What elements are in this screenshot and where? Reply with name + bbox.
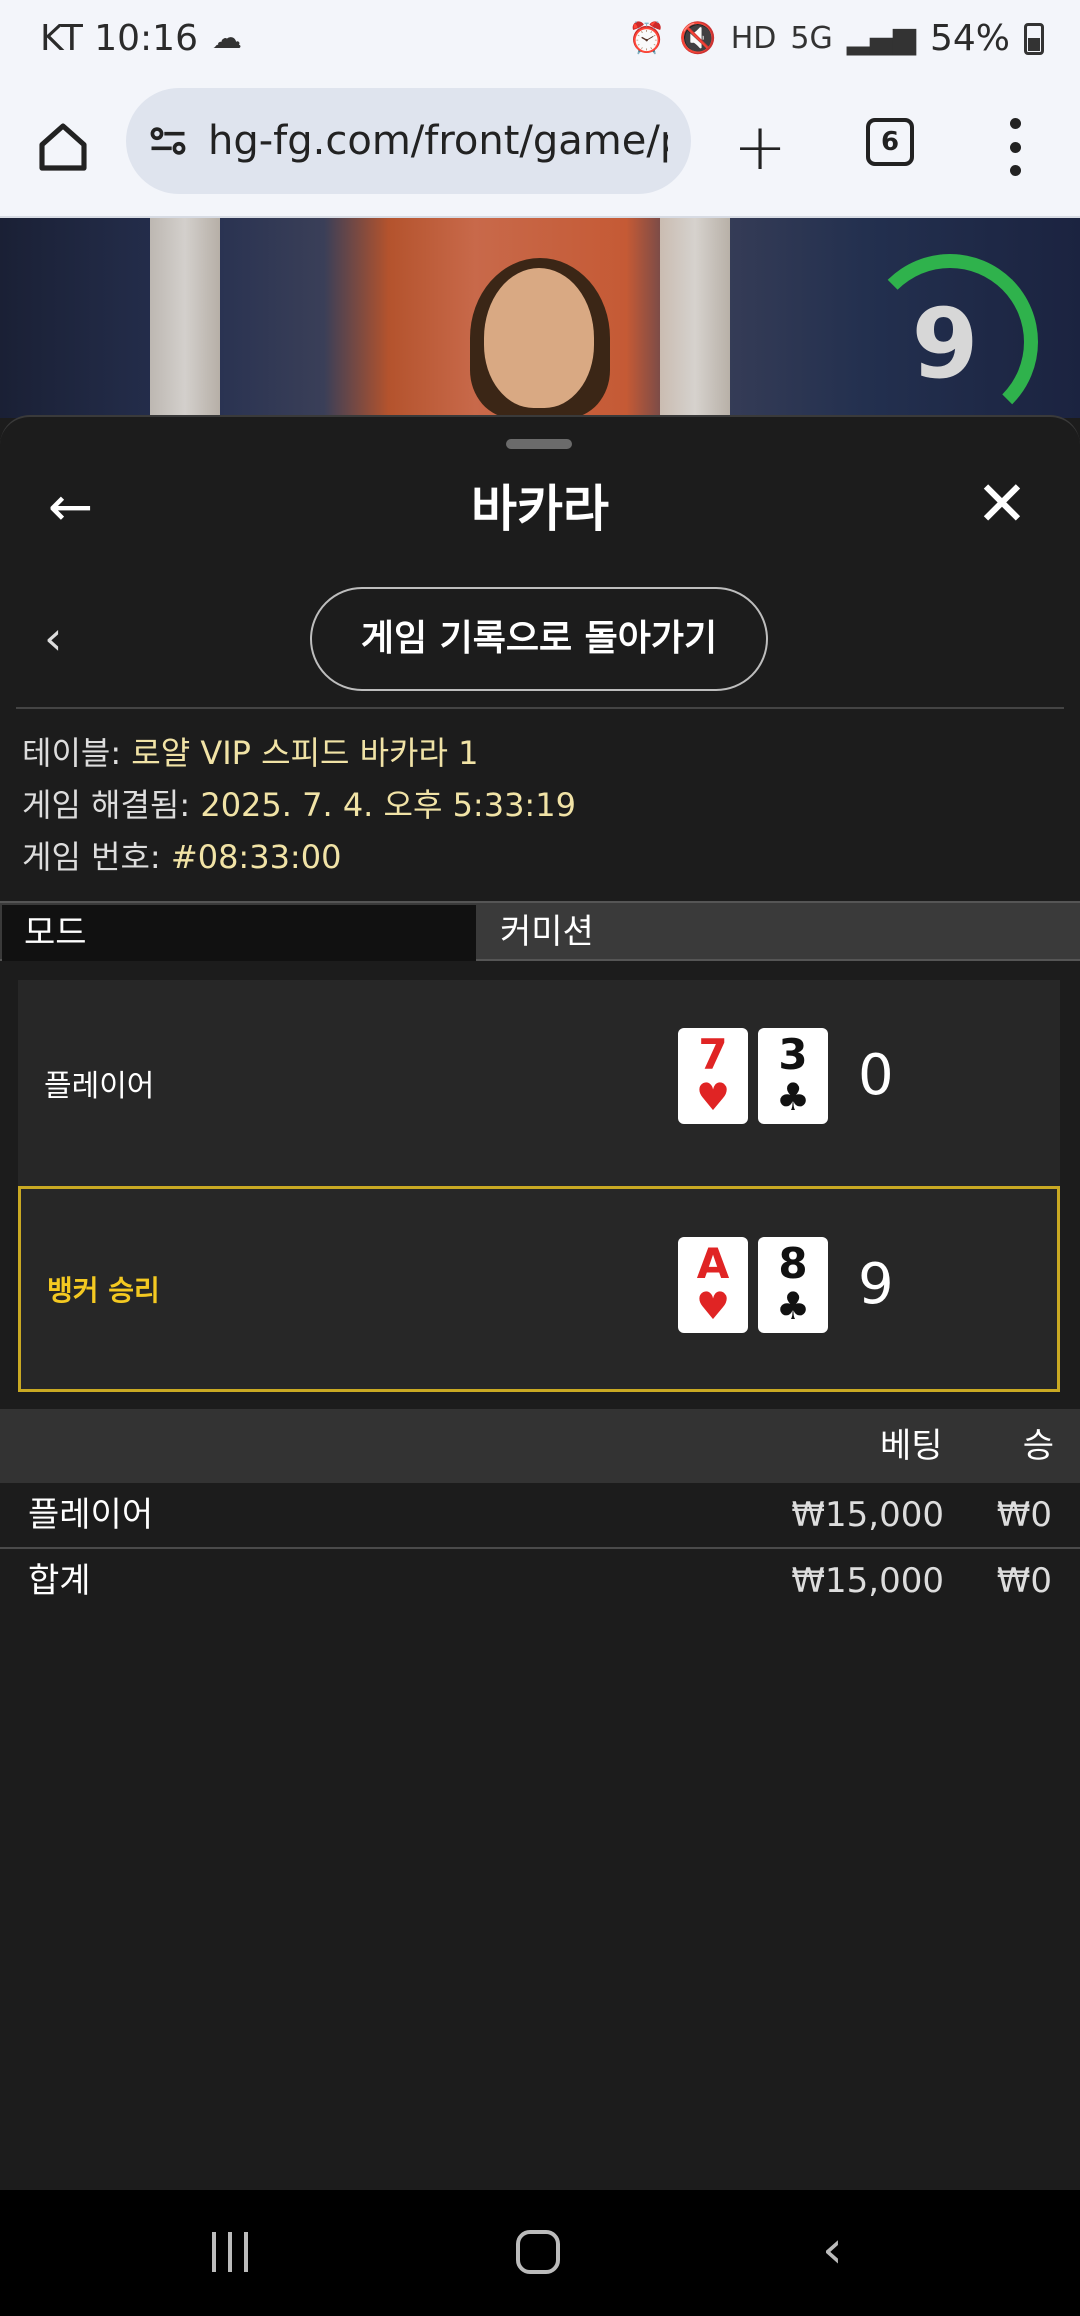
tab-switcher-button[interactable]: 6 bbox=[866, 118, 914, 166]
site-settings-icon[interactable] bbox=[146, 119, 190, 163]
bet-name: 플레이어 bbox=[28, 1495, 154, 1535]
bet-amount: ₩15,000 bbox=[791, 1495, 944, 1535]
playing-card: 3 ♣ bbox=[758, 1028, 828, 1124]
hand-score: 9 bbox=[858, 1252, 894, 1317]
chevron-left-icon[interactable]: ‹ bbox=[44, 611, 62, 665]
home-nav-button[interactable] bbox=[516, 2230, 560, 2274]
total-amount: ₩15,000 bbox=[791, 1561, 944, 1601]
hand-label: 뱅커 승리 bbox=[47, 1274, 160, 1307]
hand-score: 0 bbox=[858, 1043, 894, 1108]
dealer-face bbox=[484, 268, 594, 408]
mode-value: 커미션 bbox=[500, 912, 594, 952]
decor-pillar bbox=[150, 218, 220, 418]
battery-percent: 54% bbox=[929, 18, 1010, 59]
decor-pillar bbox=[660, 218, 730, 418]
countdown-number: 9 bbox=[911, 288, 979, 400]
card-rank: A bbox=[696, 1239, 730, 1288]
column-header-bet: 베팅 bbox=[880, 1426, 943, 1466]
card-rank: 7 bbox=[698, 1030, 728, 1079]
cloud-icon: ☁ bbox=[212, 21, 242, 56]
hand-label: 플레이어 bbox=[44, 1069, 155, 1104]
club-icon: ♣ bbox=[775, 1284, 811, 1328]
club-icon: ♣ bbox=[775, 1075, 811, 1119]
playing-card: A ♥ bbox=[678, 1237, 748, 1333]
divider bbox=[16, 707, 1064, 709]
bet-win: ₩0 bbox=[996, 1495, 1052, 1535]
bet-row: 플레이어 ₩15,000 ₩0 bbox=[0, 1483, 1080, 1547]
total-row: 합계 ₩15,000 ₩0 bbox=[0, 1549, 1080, 1613]
table-label: 테이블: bbox=[22, 734, 132, 772]
heart-icon: ♥ bbox=[695, 1075, 731, 1119]
game-info: 테이블: 로얄 VIP 스피드 바카라 1 게임 해결됨: 2025. 7. 4… bbox=[22, 727, 576, 883]
resolved-info: 게임 해결됨: 2025. 7. 4. 오후 5:33:19 bbox=[22, 779, 576, 831]
resolved-value: 2025. 7. 4. 오후 5:33:19 bbox=[200, 786, 576, 824]
hd-icon: HD bbox=[730, 21, 777, 56]
playing-card: 8 ♣ bbox=[758, 1237, 828, 1333]
carrier-time: KT 10:16 bbox=[40, 18, 198, 59]
table-value: 로얄 VIP 스피드 바카라 1 bbox=[131, 734, 479, 772]
resolved-label: 게임 해결됨: bbox=[22, 786, 201, 824]
mode-label: 모드 bbox=[2, 905, 476, 961]
close-icon[interactable]: ✕ bbox=[972, 469, 1032, 539]
table-info: 테이블: 로얄 VIP 스피드 바카라 1 bbox=[22, 727, 576, 779]
browser-toolbar: hg-fg.com/front/game/p + 6 bbox=[0, 82, 1080, 218]
total-label: 합계 bbox=[28, 1561, 91, 1601]
url-text[interactable]: hg-fg.com/front/game/p bbox=[208, 118, 668, 164]
live-stream: 9 bbox=[0, 218, 1080, 418]
banker-hand: 뱅커 승리 A ♥ 8 ♣ 9 bbox=[18, 1186, 1060, 1392]
playing-card: 7 ♥ bbox=[678, 1028, 748, 1124]
sheet-title: 바카라 bbox=[471, 480, 609, 538]
system-nav-bar: ‹ bbox=[0, 2190, 1080, 2316]
signal-icon: ▂▄▆ bbox=[846, 21, 916, 56]
new-tab-button[interactable]: + bbox=[720, 108, 800, 188]
address-bar[interactable]: hg-fg.com/front/game/p bbox=[126, 88, 691, 194]
game-number-value: #08:33:00 bbox=[170, 838, 342, 876]
home-icon bbox=[39, 123, 87, 171]
bets-header: 베팅 승 bbox=[0, 1409, 1080, 1483]
game-number-label: 게임 번호: bbox=[22, 838, 171, 876]
back-nav-icon[interactable]: ‹ bbox=[822, 2220, 843, 2280]
more-menu-icon[interactable] bbox=[990, 112, 1040, 182]
card-rank: 8 bbox=[778, 1239, 808, 1288]
back-to-history-button[interactable]: 게임 기록으로 돌아가기 bbox=[310, 587, 768, 691]
game-number-info: 게임 번호: #08:33:00 bbox=[22, 831, 576, 883]
status-bar: KT 10:16 ☁ ⏰ 🔇 HD 5G ▂▄▆ 54% bbox=[0, 0, 1080, 82]
drag-handle[interactable] bbox=[506, 439, 572, 449]
game-detail-sheet: ← 바카라 ✕ ‹ 게임 기록으로 돌아가기 테이블: 로얄 VIP 스피드 바… bbox=[0, 415, 1080, 2190]
home-button[interactable] bbox=[28, 112, 98, 182]
total-win: ₩0 bbox=[996, 1561, 1052, 1601]
heart-icon: ♥ bbox=[695, 1284, 731, 1328]
mute-icon: 🔇 bbox=[679, 21, 717, 56]
column-header-win: 승 bbox=[1022, 1426, 1054, 1466]
mode-row: 모드 커미션 bbox=[0, 901, 1080, 961]
alarm-icon: ⏰ bbox=[628, 21, 666, 56]
card-rank: 3 bbox=[778, 1030, 808, 1079]
network-type-icon: 5G bbox=[790, 21, 833, 56]
player-hand: 플레이어 7 ♥ 3 ♣ 0 bbox=[18, 980, 1060, 1186]
recents-button[interactable] bbox=[212, 2232, 248, 2272]
battery-icon bbox=[1024, 22, 1044, 55]
